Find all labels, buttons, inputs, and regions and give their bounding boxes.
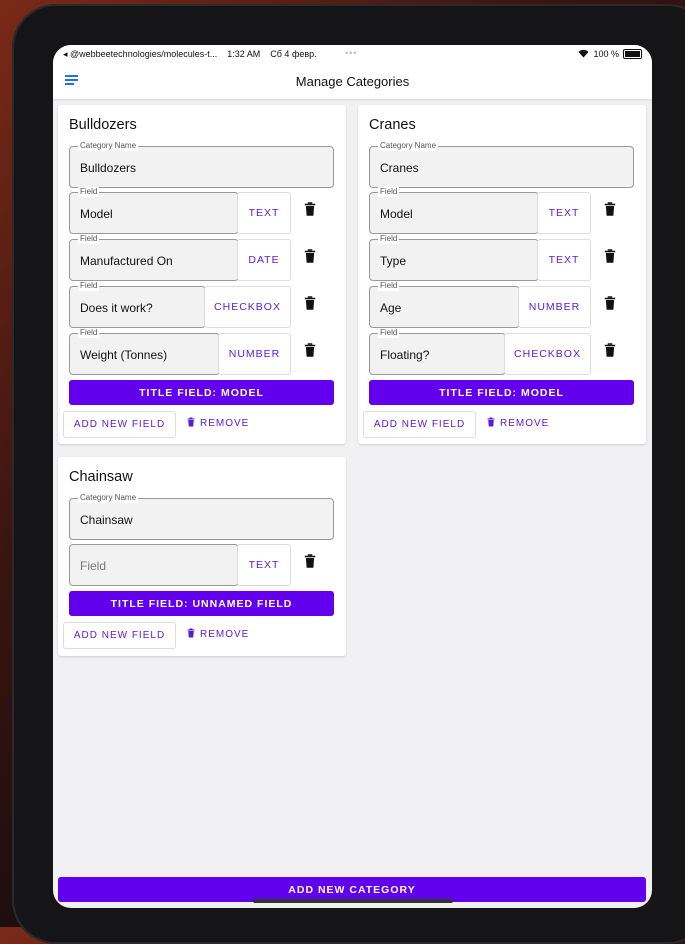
trash-icon [187,628,195,641]
field-row: Field Model TEXT [69,187,332,234]
add-new-field-button[interactable]: ADD NEW FIELD [63,622,176,649]
field-type-button[interactable]: TEXT [237,192,291,234]
category-card: Cranes Category Name Cranes Field Model T… [358,105,646,444]
category-name-value: Cranes [380,161,419,175]
field-name-input[interactable]: Field Floating? [369,328,506,375]
category-card-title: Cranes [369,117,416,133]
remove-category-button[interactable]: REMOVE [187,622,249,647]
delete-field-icon[interactable] [604,249,620,267]
field-label: Field [378,187,400,197]
field-type-button[interactable]: NUMBER [218,333,291,375]
field-type-button[interactable]: TEXT [537,239,591,281]
menu-icon[interactable] [65,75,78,85]
field-row: Field Type TEXT [369,234,632,281]
field-value: Model [380,207,413,221]
field-label: Field [378,328,400,338]
multitasking-dots[interactable]: ••• [345,48,357,58]
field-label: Field [78,328,100,338]
delete-field-icon[interactable] [604,202,620,220]
app-bar: Manage Categories [53,63,652,99]
category-name-value: Chainsaw [80,513,133,527]
delete-field-icon[interactable] [604,296,620,314]
field-type-button[interactable]: DATE [237,239,291,281]
remove-category-button[interactable]: REMOVE [487,411,549,436]
battery-icon [623,49,642,59]
field-type-button[interactable]: TEXT [237,544,291,586]
category-name-input[interactable]: Category Name Cranes [369,141,634,188]
field-name-input[interactable]: Field Type [369,234,539,281]
field-name-input[interactable]: Field [69,544,239,586]
field-name-input[interactable]: Field Model [369,187,539,234]
remove-label: REMOVE [200,418,250,429]
category-name-input[interactable]: Category Name Chainsaw [69,493,334,540]
field-placeholder: Field [80,559,107,573]
status-time: 1:32 AM [227,49,261,59]
field-label: Field [78,281,100,291]
category-name-label: Category Name [378,141,439,151]
field-row: Field Manufactured On DATE [69,234,332,281]
category-card-title: Chainsaw [69,469,133,485]
delete-field-icon[interactable] [304,296,320,314]
trash-icon [187,417,195,430]
field-value: Manufactured On [80,254,173,268]
field-label: Field [378,234,400,244]
field-row: Field TEXT [69,544,332,586]
battery-percent: 100 % [593,49,619,59]
field-row: Field Weight (Tonnes) NUMBER [69,328,332,375]
field-type-button[interactable]: CHECKBOX [204,286,291,328]
home-indicator [253,899,453,903]
field-value: Does it work? [80,301,153,315]
status-bar: ◂ @webbeetechnologies/molecules-t... 1:3… [53,45,652,63]
field-value: Type [380,254,407,268]
title-field-button[interactable]: TITLE FIELD: MODEL [369,380,634,405]
category-name-label: Category Name [78,141,139,151]
wifi-icon [578,49,589,60]
field-row: Field Model TEXT [369,187,632,234]
field-type-button[interactable]: NUMBER [518,286,591,328]
field-value: Weight (Tonnes) [80,348,168,362]
delete-field-icon[interactable] [304,554,320,572]
category-card: Bulldozers Category Name Bulldozers Fiel… [58,105,346,444]
page-title: Manage Categories [295,73,410,89]
field-type-button[interactable]: TEXT [537,192,591,234]
field-label: Field [378,281,400,291]
category-card-title: Bulldozers [69,117,137,133]
category-name-value: Bulldozers [80,161,137,175]
field-type-button[interactable]: CHECKBOX [504,333,591,375]
field-name-input[interactable]: Field Does it work? [69,281,206,328]
field-label: Field [78,187,100,197]
back-to-app-link[interactable]: ◂ @webbeetechnologies/molecules-t... [63,49,217,60]
field-name-input[interactable]: Field Weight (Tonnes) [69,328,220,375]
field-row: Field Does it work? CHECKBOX [69,281,332,328]
remove-category-button[interactable]: REMOVE [187,411,249,436]
app-screen: ◂ @webbeetechnologies/molecules-t... 1:3… [53,45,652,908]
field-name-input[interactable]: Field Age [369,281,520,328]
field-name-input[interactable]: Field Model [69,187,239,234]
field-row: Field Age NUMBER [369,281,632,328]
delete-field-icon[interactable] [304,202,320,220]
field-value: Floating? [380,348,430,362]
status-date: Сб 4 февр. [270,49,317,59]
add-new-field-button[interactable]: ADD NEW FIELD [63,411,176,438]
field-value: Model [80,207,113,221]
category-name-input[interactable]: Category Name Bulldozers [69,141,334,188]
field-name-input[interactable]: Field Manufactured On [69,234,239,281]
remove-label: REMOVE [200,629,250,640]
delete-field-icon[interactable] [304,249,320,267]
delete-field-icon[interactable] [304,343,320,361]
remove-label: REMOVE [500,418,550,429]
trash-icon [487,417,495,430]
delete-field-icon[interactable] [604,343,620,361]
category-card: Chainsaw Category Name Chainsaw Field TE… [58,457,346,656]
category-name-label: Category Name [78,493,139,503]
field-label: Field [78,234,100,244]
field-value: Age [380,301,402,315]
title-field-button[interactable]: TITLE FIELD: MODEL [69,380,334,405]
field-row: Field Floating? CHECKBOX [369,328,632,375]
add-new-field-button[interactable]: ADD NEW FIELD [363,411,476,438]
title-field-button[interactable]: TITLE FIELD: UNNAMED FIELD [69,591,334,616]
